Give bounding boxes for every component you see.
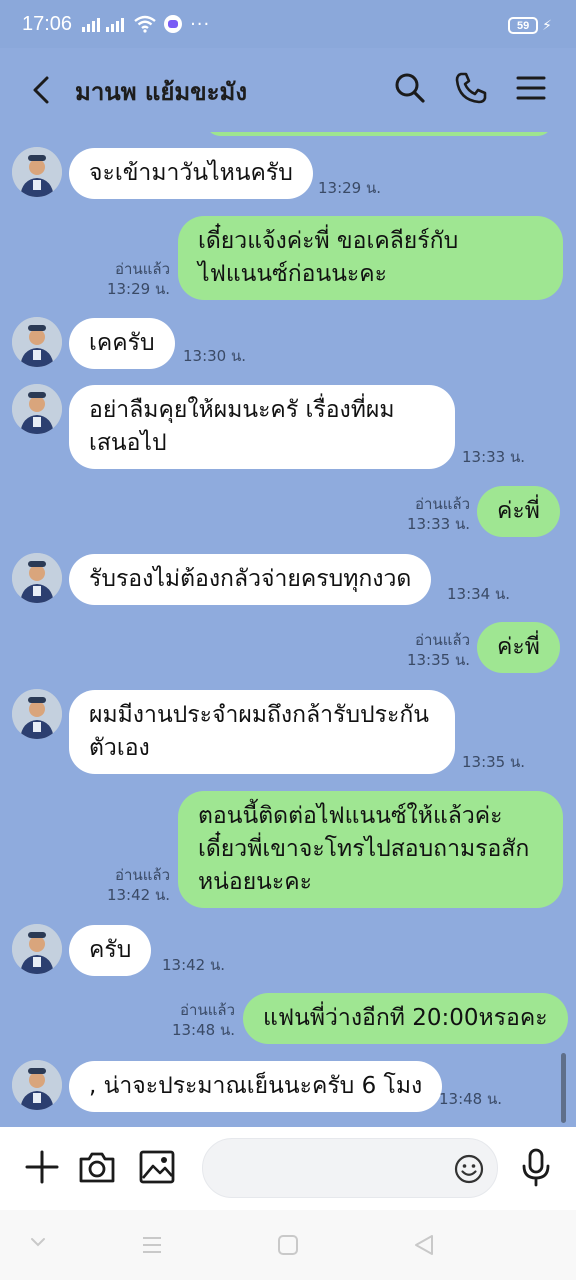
menu-icon[interactable]	[513, 70, 549, 106]
previous-message-bubble	[206, 132, 552, 136]
wifi-icon	[134, 15, 156, 33]
message-time: 13:30 น.	[183, 347, 247, 365]
avatar[interactable]	[12, 553, 62, 603]
battery-icon: 59	[508, 17, 539, 34]
message-time: 13:35 น.	[406, 651, 470, 669]
message-time: 13:48 น.	[439, 1090, 503, 1108]
read-receipt: อ่านแล้ว	[115, 866, 170, 884]
chat-area[interactable]: จะเข้ามาวันไหนครับ 13:29 น. อ่านแล้ว 13:…	[0, 132, 576, 1127]
message-bubble[interactable]: ตอนนี้ติดต่อไฟแนนซ์ให้แล้วค่ะ เดี๋ยวพี่เ…	[178, 791, 563, 908]
messenger-icon	[164, 15, 183, 33]
message-bubble[interactable]: รับรองไม่ต้องกลัวจ่ายครบทุกงวด	[69, 554, 432, 605]
more-notifications: ···	[190, 13, 211, 35]
message-time: 13:34 น.	[447, 585, 511, 603]
status-time: 17:06	[22, 12, 73, 35]
read-receipt: อ่านแล้ว	[415, 495, 470, 513]
chevron-left-icon[interactable]	[26, 70, 56, 110]
message-bubble[interactable]: เคครับ	[69, 318, 175, 369]
back-triangle-icon[interactable]	[413, 1234, 435, 1256]
avatar[interactable]	[12, 384, 62, 434]
message-bubble[interactable]: เดี๋ยวแจ้งค่ะพี่ ขอเคลียร์กับ ไฟแนนซ์ก่อ…	[178, 216, 563, 300]
image-icon[interactable]	[137, 1147, 177, 1187]
avatar[interactable]	[12, 689, 62, 739]
message-bubble[interactable]: อย่าลืมคุยให้ผมนะครั เรื่องที่ผม เสนอไป	[69, 385, 455, 469]
message-bubble[interactable]: ครับ	[69, 925, 152, 976]
message-bubble[interactable]: , น่าจะประมาณเย็นนะครับ 6 โมง	[69, 1061, 443, 1112]
avatar[interactable]	[12, 317, 62, 367]
message-bubble[interactable]: ผมมีงานประจำผมถึงกล้ารับประกัน ตัวเอง	[69, 690, 455, 774]
read-receipt: อ่านแล้ว	[115, 260, 170, 278]
hide-keyboard-icon[interactable]	[30, 1234, 46, 1250]
battery-indicator: 59 ⚡	[508, 17, 552, 34]
microphone-icon[interactable]	[516, 1147, 556, 1187]
status-bar: 17:06 ··· 59 ⚡	[0, 0, 576, 48]
message-field[interactable]	[202, 1138, 498, 1198]
message-time: 13:29 น.	[106, 280, 170, 298]
home-icon[interactable]	[277, 1234, 299, 1256]
phone-icon[interactable]	[453, 70, 489, 106]
system-navigation-bar	[0, 1210, 576, 1280]
message-time: 13:42 น.	[106, 886, 170, 904]
avatar[interactable]	[12, 924, 62, 974]
camera-icon[interactable]	[77, 1147, 117, 1187]
read-receipt: อ่านแล้ว	[180, 1001, 235, 1019]
search-icon[interactable]	[392, 70, 428, 106]
read-receipt: อ่านแล้ว	[415, 631, 470, 649]
signal-icon	[82, 16, 101, 32]
recent-apps-icon[interactable]	[141, 1234, 163, 1256]
chat-scrollbar[interactable]	[561, 1053, 566, 1123]
message-time: 13:48 น.	[171, 1021, 235, 1039]
message-time: 13:35 น.	[462, 753, 526, 771]
message-time: 13:33 น.	[462, 448, 526, 466]
contact-name[interactable]: มานพ แย้มขะมัง	[75, 72, 247, 111]
message-bubble[interactable]: แฟนพี่ว่างอีกที 20:00หรอคะ	[243, 993, 568, 1044]
charging-icon: ⚡	[542, 17, 552, 34]
message-time: 13:42 น.	[162, 956, 226, 974]
message-bubble[interactable]: ค่ะพี่	[477, 486, 560, 537]
message-bubble[interactable]: ค่ะพี่	[477, 622, 560, 673]
message-time: 13:33 น.	[406, 515, 470, 533]
message-input-bar	[0, 1127, 576, 1210]
avatar[interactable]	[12, 147, 62, 197]
chat-header: มานพ แย้มขะมัง	[0, 48, 576, 132]
message-input[interactable]	[223, 1153, 443, 1183]
message-time: 13:29 น.	[318, 179, 382, 197]
smiley-icon[interactable]	[453, 1153, 485, 1185]
message-bubble[interactable]: จะเข้ามาวันไหนครับ	[69, 148, 313, 199]
plus-icon[interactable]	[22, 1147, 62, 1187]
signal-icon-2	[106, 16, 125, 32]
avatar[interactable]	[12, 1060, 62, 1110]
